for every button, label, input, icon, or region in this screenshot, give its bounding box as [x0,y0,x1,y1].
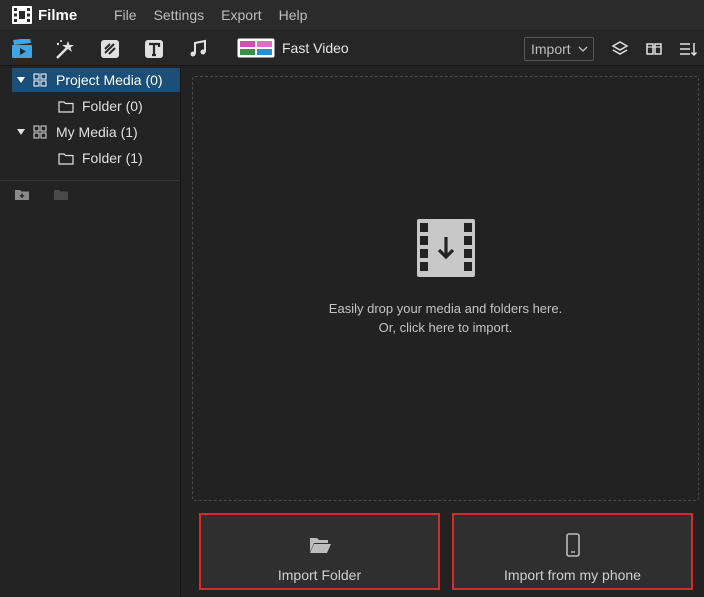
grid-icon [30,73,50,87]
folder-icon [56,152,76,165]
import-phone-label: Import from my phone [504,567,641,583]
grid-view-button[interactable] [643,38,665,60]
tree-item-label: Folder (1) [82,150,143,166]
drop-hint-line2: Or, click here to import. [378,320,513,335]
audio-tab-button[interactable] [187,38,209,60]
expand-arrow-icon[interactable] [12,127,30,137]
transitions-icon [101,40,119,58]
chevron-down-icon [578,46,588,52]
tree-item-project-media[interactable]: Project Media (0) [12,68,180,92]
app-logo: Filme [12,6,112,24]
tree-item-label: My Media (1) [56,124,138,140]
tree-item-folder[interactable]: Folder (0) [12,94,180,118]
tree-item-label: Project Media (0) [56,72,163,88]
fast-video-button[interactable]: Fast Video [237,38,349,58]
menu-help[interactable]: Help [279,7,308,23]
open-folder-icon [309,538,331,553]
sort-button[interactable] [677,38,699,60]
effects-tab-button[interactable] [54,38,76,60]
new-folder-icon [15,190,29,200]
text-icon [145,40,163,58]
transitions-tab-button[interactable] [99,38,121,60]
menu-bar: Filme File Settings Export Help [0,0,704,30]
media-icon [12,39,32,58]
menu-settings[interactable]: Settings [154,7,205,23]
expand-arrow-icon[interactable] [12,75,30,85]
tree-item-label: Folder (0) [82,98,143,114]
tree-item-my-media[interactable]: My Media (1) [12,120,180,144]
app-name: Filme [38,6,78,24]
layers-icon [611,41,629,55]
sort-icon [680,43,698,57]
import-dropdown[interactable]: Import [524,37,594,61]
media-tab-button[interactable] [11,38,33,60]
layers-button[interactable] [609,38,631,60]
media-sidebar: Project Media (0) Folder (0) My Media (1… [0,66,181,597]
fast-video-label: Fast Video [282,40,349,56]
audio-icon [190,39,206,57]
film-download-icon [417,219,475,277]
import-folder-label: Import Folder [277,567,362,583]
import-folder-button[interactable]: Import Folder [199,513,440,590]
menu-file[interactable]: File [114,7,137,23]
toolbar: Fast Video Import [0,31,704,66]
drop-hint-line1: Easily drop your media and folders here. [328,301,563,316]
tree-item-folder[interactable]: Folder (1) [12,146,180,170]
media-drop-zone[interactable]: Easily drop your media and folders here.… [192,76,699,501]
effects-icon [56,40,74,59]
filme-logo-icon [12,6,32,24]
phone-icon [565,533,580,557]
divider [0,180,180,181]
fast-video-icon [237,38,275,58]
grid-icon [30,125,50,139]
menu-export[interactable]: Export [221,7,261,23]
folder-disabled-icon [54,190,68,200]
new-folder-button[interactable] [14,188,30,206]
grid-view-icon [646,43,662,55]
import-from-phone-button[interactable]: Import from my phone [452,513,693,590]
folder-icon [56,100,76,113]
text-tab-button[interactable] [143,38,165,60]
delete-folder-button[interactable] [53,188,69,206]
import-dropdown-value: Import [531,41,571,57]
